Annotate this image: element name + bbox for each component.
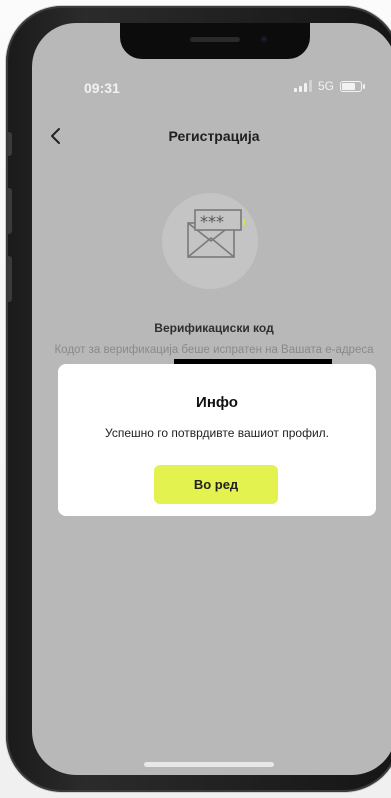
- dialog-title: Инфо: [196, 394, 238, 411]
- mute-switch: [6, 132, 12, 156]
- notch: [120, 23, 310, 59]
- page-title: Регистрација: [168, 128, 260, 144]
- ok-button[interactable]: Во ред: [154, 465, 278, 504]
- verification-description: Кодот за верификација беше испратен на В…: [54, 344, 374, 356]
- dialog-message: Успешно го потврдивте вашиот профил.: [105, 426, 329, 440]
- signal-icon: [293, 80, 312, 92]
- envelope-password-icon: ***: [187, 209, 245, 258]
- phone-screen: 09:31 5G Регистрација *** Верификациски …: [32, 23, 391, 775]
- status-time: 09:31: [84, 80, 120, 96]
- front-camera: [260, 35, 268, 43]
- phone-frame: 09:31 5G Регистрација *** Верификациски …: [6, 6, 391, 792]
- page: 09:31 5G Регистрација *** Верификациски …: [0, 0, 391, 798]
- volume-up-button: [6, 188, 12, 234]
- status-indicators: 5G: [293, 79, 365, 93]
- info-dialog: Инфо Успешно го потврдивте вашиот профил…: [58, 364, 376, 516]
- verification-title: Верификациски код: [154, 321, 274, 335]
- speaker-grille: [190, 37, 240, 42]
- svg-text:***: ***: [200, 212, 224, 231]
- volume-down-button: [6, 256, 12, 302]
- network-type: 5G: [317, 79, 334, 93]
- battery-icon: [340, 80, 365, 92]
- home-indicator[interactable]: [144, 762, 274, 767]
